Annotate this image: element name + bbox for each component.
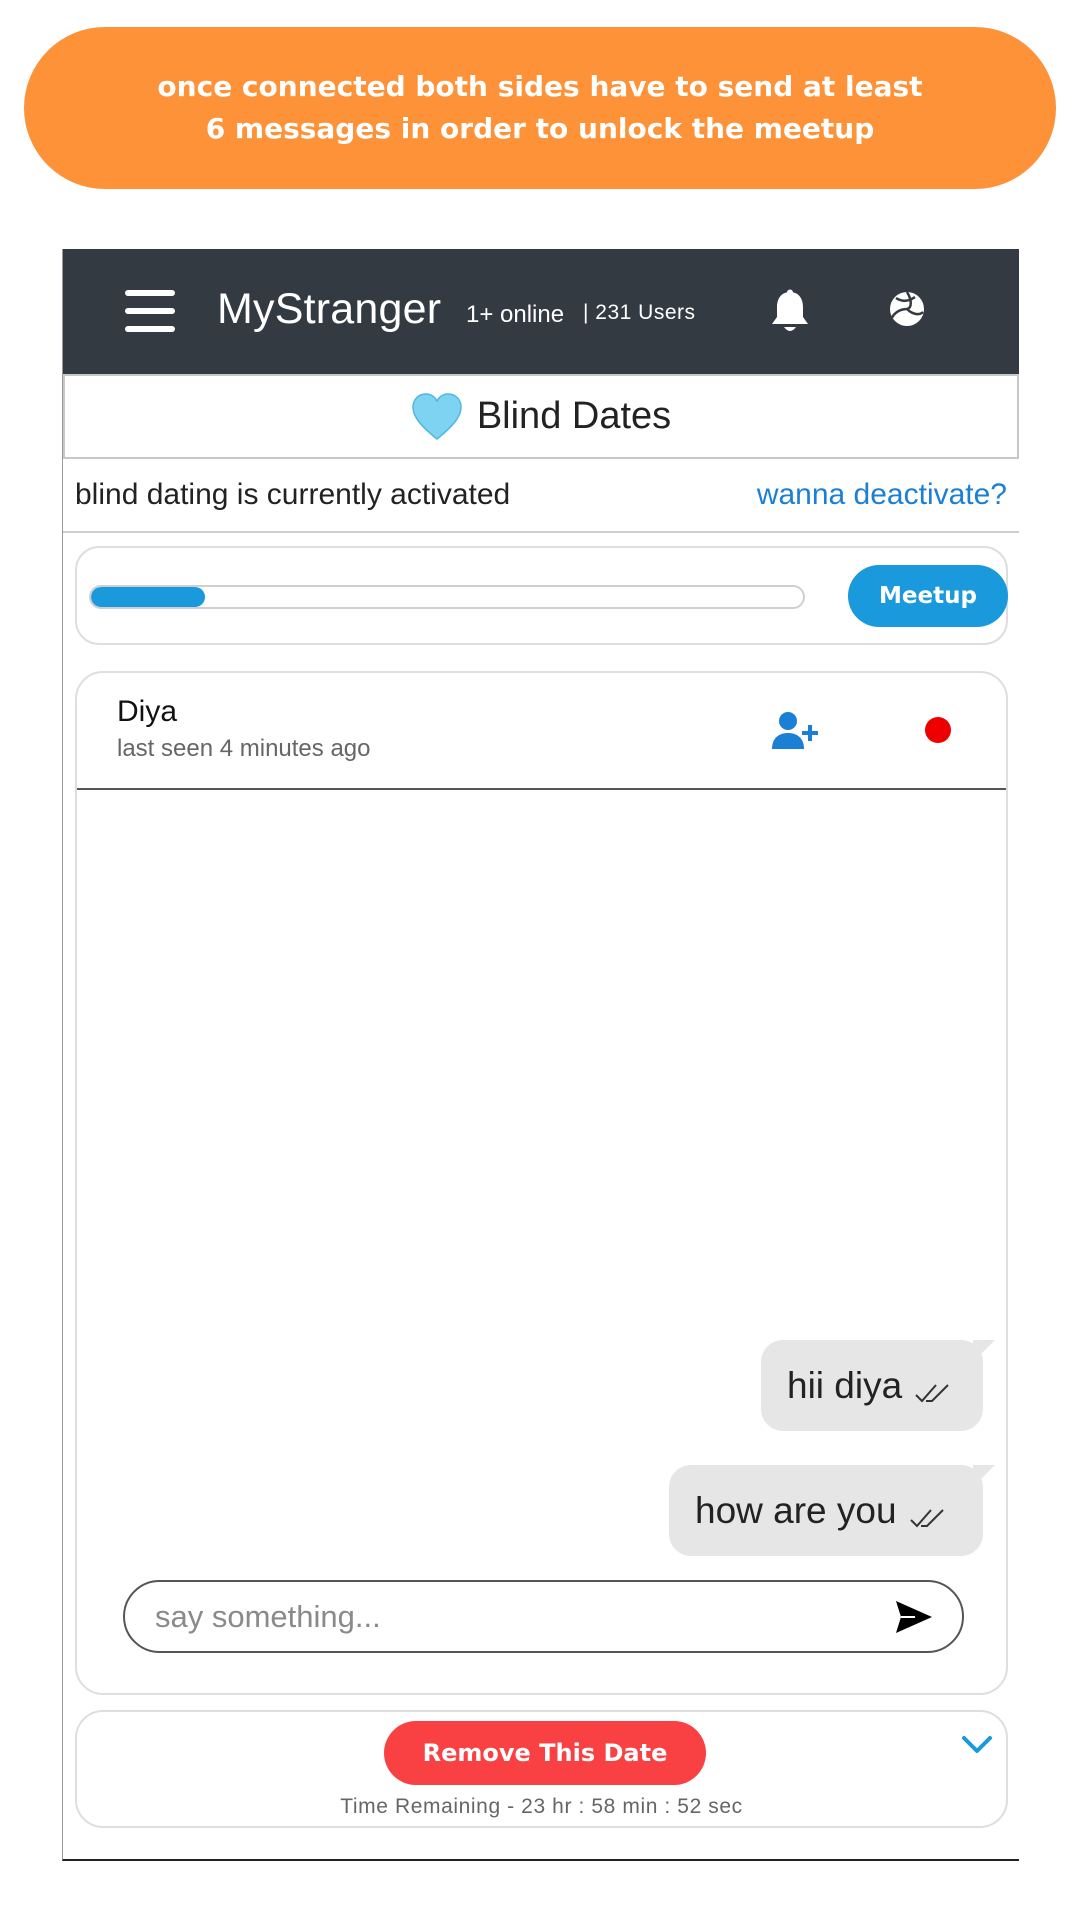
top-navbar: MyStranger 1+ online | 231 Users [63, 249, 1019, 374]
progress-card: Meetup [75, 546, 1008, 645]
chevron-down-icon[interactable] [961, 1734, 993, 1756]
double-check-icon [909, 1508, 944, 1527]
section-title: Blind Dates [476, 395, 672, 437]
activation-status-row: blind dating is currently activated wann… [63, 459, 1019, 533]
chat-header: Diya last seen 4 minutes ago [77, 673, 1006, 790]
meetup-progress-fill [91, 587, 205, 607]
hamburger-icon[interactable] [125, 290, 175, 332]
remove-date-button[interactable]: Remove This Date [384, 1721, 706, 1785]
double-check-icon [915, 1383, 949, 1402]
section-header: Blind Dates [63, 374, 1019, 459]
last-seen-status: last seen 4 minutes ago [117, 735, 371, 762]
meetup-progress-bar [89, 585, 805, 609]
activation-status-text: blind dating is currently activated [75, 478, 511, 511]
app-frame: MyStranger 1+ online | 231 Users Blind D… [62, 249, 1019, 1861]
message-composer [123, 1580, 964, 1653]
date-footer-card: Remove This Date Time Remaining - 23 hr … [75, 1710, 1008, 1828]
meetup-button[interactable]: Meetup [848, 565, 1008, 627]
deactivate-link[interactable]: wanna deactivate? [757, 478, 1007, 512]
contact-name: Diya [117, 695, 178, 728]
user-plus-icon[interactable] [771, 711, 819, 751]
message-bubble: hii diya [761, 1340, 995, 1431]
user-count: | 231 Users [583, 301, 696, 324]
chat-window: Diya last seen 4 minutes ago hii diya ho… [75, 671, 1008, 1695]
info-banner-text: once connected both sides have to send a… [157, 70, 923, 145]
status-dot [925, 717, 951, 743]
message-input[interactable] [155, 1596, 855, 1638]
message-bubble: how are you [669, 1465, 995, 1556]
message-text: how are you [695, 1489, 897, 1531]
app-brand[interactable]: MyStranger [217, 285, 441, 334]
time-remaining: Time Remaining - 23 hr : 58 min : 52 sec [340, 1795, 743, 1818]
send-icon[interactable] [895, 1600, 933, 1634]
online-count: 1+ online [466, 301, 565, 328]
volleyball-icon[interactable] [888, 290, 926, 328]
info-banner: once connected both sides have to send a… [24, 27, 1056, 189]
light-blue-heart-icon [412, 392, 462, 440]
message-text: hii diya [787, 1364, 903, 1406]
bell-icon[interactable] [769, 289, 811, 335]
